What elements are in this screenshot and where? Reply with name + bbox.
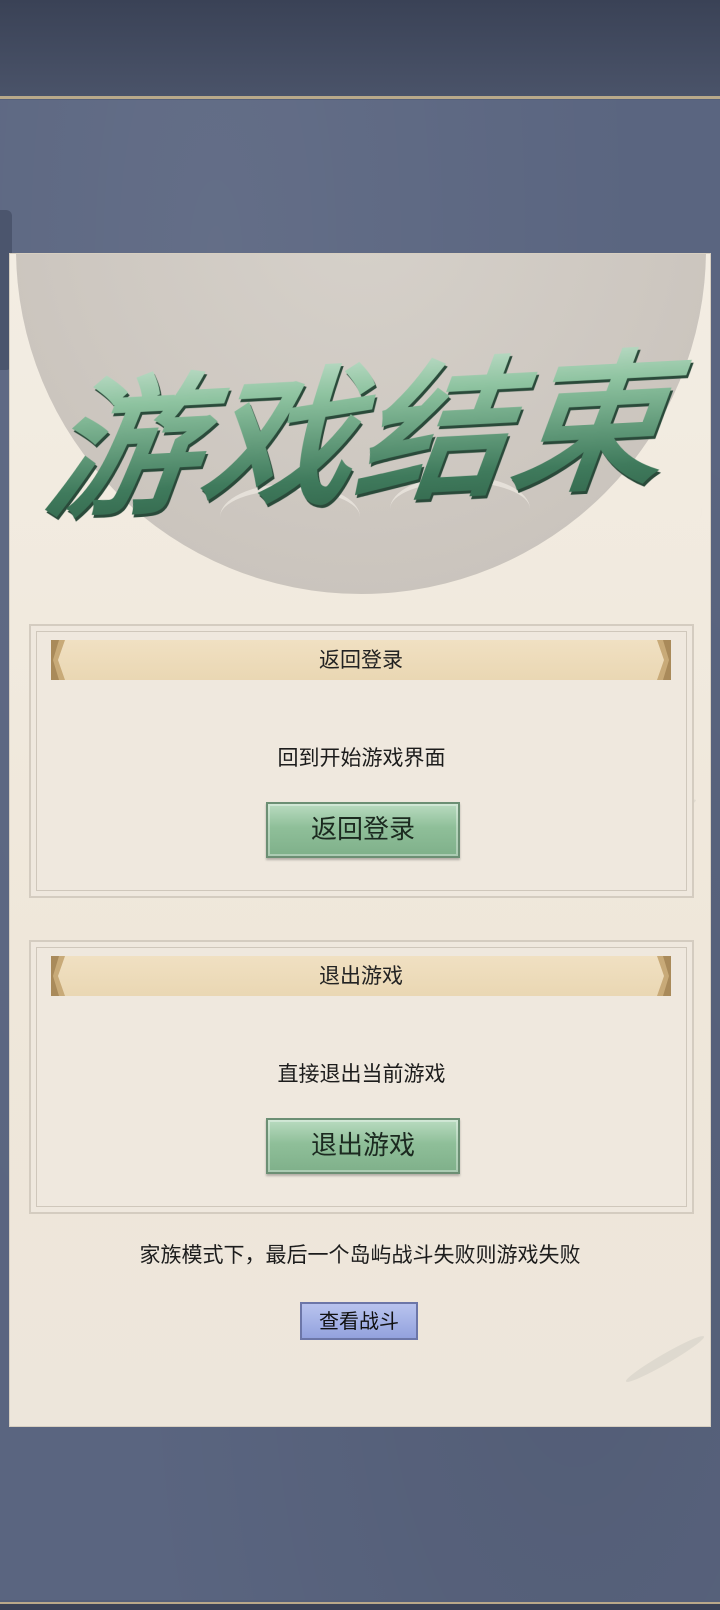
section-description: 直接退出当前游戏	[277, 1062, 446, 1086]
exit-game-button[interactable]: 退出游戏	[266, 1118, 460, 1174]
section-header-label: 退出游戏	[319, 964, 403, 988]
top-bar	[0, 0, 720, 103]
chevron-right-icon	[657, 640, 671, 680]
section-header: 退出游戏	[51, 956, 671, 996]
game-over-panel: 游戏结束 返回登录 回到开始游戏界面 返回登录 退出游戏 直接退出当前游戏 退出…	[10, 254, 710, 1426]
chevron-left-icon	[51, 640, 65, 680]
chevron-left-icon	[51, 956, 65, 996]
exit-game-section: 退出游戏 直接退出当前游戏 退出游戏	[29, 940, 694, 1214]
view-battle-button[interactable]: 查看战斗	[300, 1302, 418, 1340]
section-header-label: 返回登录	[319, 648, 403, 672]
section-header: 返回登录	[51, 640, 671, 680]
bottom-edge	[0, 1602, 720, 1610]
section-description: 回到开始游戏界面	[277, 746, 446, 770]
return-login-section: 返回登录 回到开始游戏界面 返回登录	[29, 624, 694, 898]
chevron-right-icon	[657, 956, 671, 996]
bamboo-leaf-decoration	[623, 1332, 707, 1386]
return-login-button[interactable]: 返回登录	[266, 802, 460, 858]
game-over-title: 游戏结束	[10, 298, 710, 551]
defeat-rule-text: 家族模式下，最后一个岛屿战斗失败则游戏失败	[139, 1243, 581, 1267]
